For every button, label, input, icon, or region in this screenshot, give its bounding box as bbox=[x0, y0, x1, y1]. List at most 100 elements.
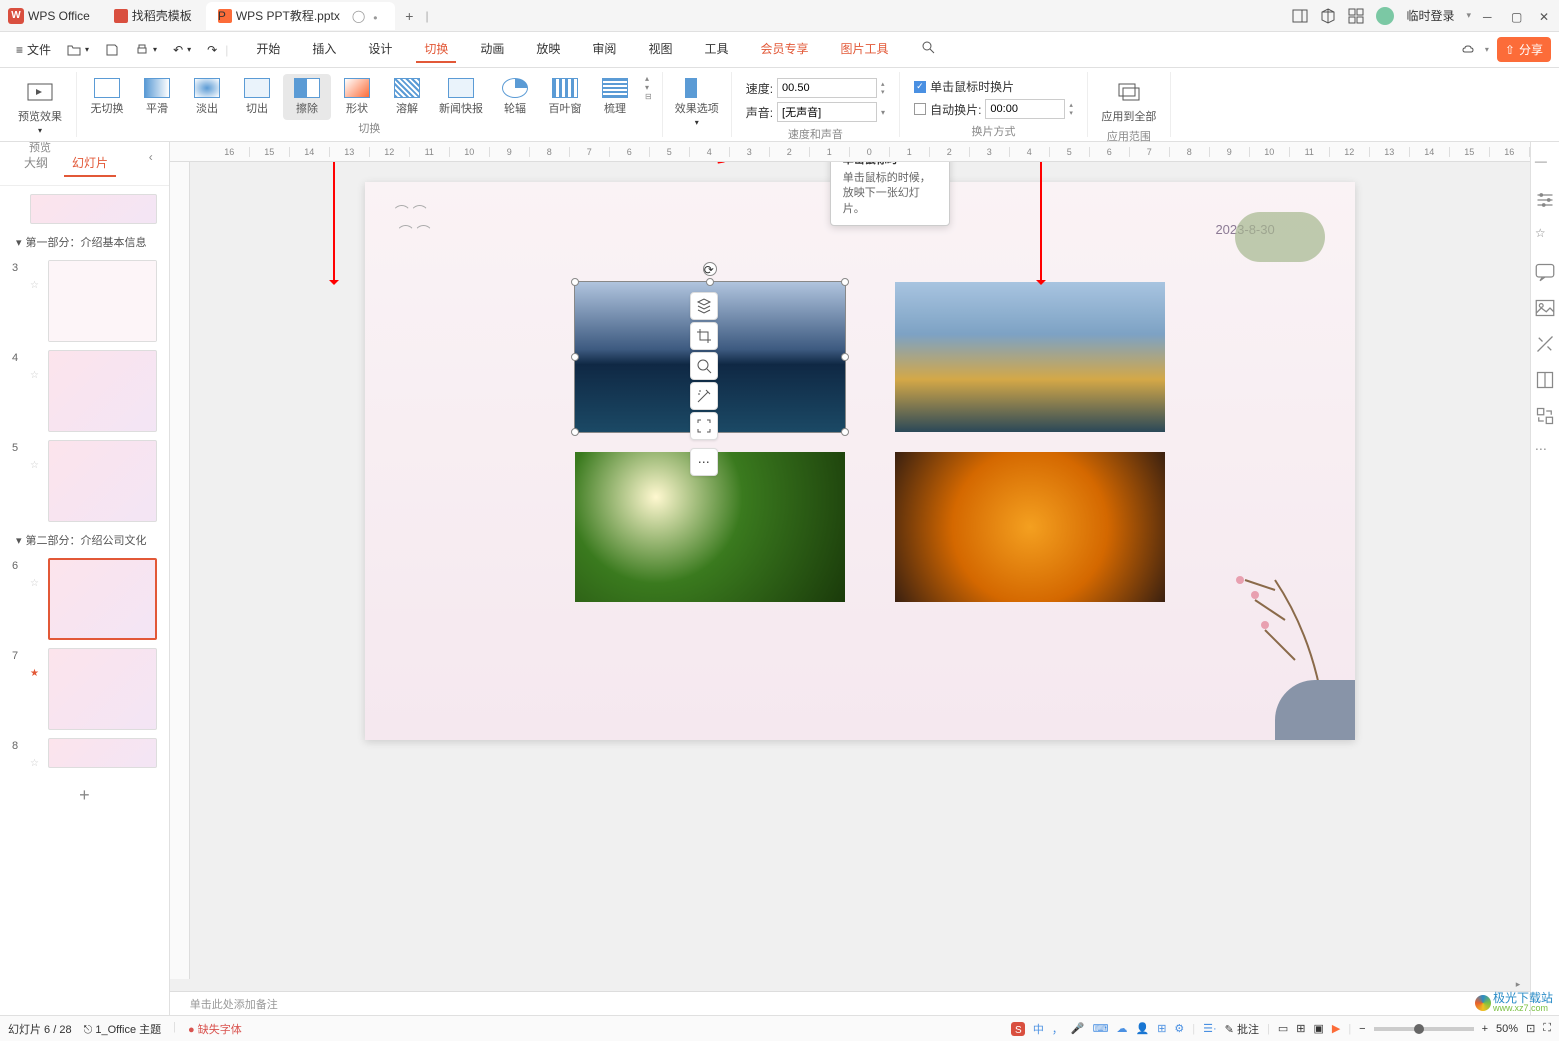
transition-shape[interactable]: 形状 bbox=[333, 74, 381, 120]
transition-comb[interactable]: 梳理 bbox=[591, 74, 639, 120]
menu-icon[interactable]: ☰· bbox=[1203, 1022, 1217, 1035]
transition-none[interactable]: 无切换 bbox=[83, 74, 131, 120]
zoom-out-button[interactable]: − bbox=[1359, 1023, 1365, 1035]
speed-down[interactable]: ▾ bbox=[881, 88, 885, 96]
undo-icon[interactable]: ↶▾ bbox=[165, 39, 199, 61]
grid-icon[interactable]: ⊞ bbox=[1157, 1022, 1166, 1035]
auto-advance-checkbox[interactable] bbox=[914, 103, 926, 115]
add-slide-button[interactable]: + bbox=[4, 773, 165, 818]
thumbnail-3[interactable] bbox=[48, 260, 157, 342]
thumbnail-7[interactable] bbox=[48, 648, 157, 730]
transition-wheel[interactable]: 轮辐 bbox=[491, 74, 539, 120]
fullscreen-icon[interactable] bbox=[690, 412, 718, 440]
person-icon[interactable]: 👤 bbox=[1135, 1022, 1149, 1035]
tools-icon[interactable] bbox=[1535, 334, 1555, 354]
view-reading-icon[interactable]: ▣ bbox=[1313, 1022, 1323, 1035]
zoom-level[interactable]: 50% bbox=[1496, 1023, 1518, 1035]
effect-options-button[interactable]: 效果选项▾ bbox=[669, 74, 725, 131]
auto-advance-input[interactable] bbox=[985, 99, 1065, 119]
sound-select[interactable] bbox=[777, 102, 877, 122]
star-icon[interactable]: ☆ bbox=[30, 260, 44, 291]
menu-picture-tools[interactable]: 图片工具 bbox=[832, 36, 896, 63]
chat-icon[interactable] bbox=[1535, 262, 1555, 282]
speed-input[interactable] bbox=[777, 78, 877, 98]
share-button[interactable]: ⇧分享 bbox=[1497, 37, 1551, 62]
expand-icon[interactable]: ⛶ bbox=[1543, 1022, 1551, 1035]
menu-transitions[interactable]: 切换 bbox=[416, 36, 456, 63]
close-button[interactable]: ✕ bbox=[1539, 10, 1551, 22]
maximize-button[interactable]: ▢ bbox=[1511, 10, 1523, 22]
minimize-button[interactable]: ─ bbox=[1483, 10, 1495, 22]
transition-fade[interactable]: 淡出 bbox=[183, 74, 231, 120]
thumbnail-8[interactable] bbox=[48, 738, 157, 768]
layers-icon[interactable] bbox=[690, 292, 718, 320]
thumbnail-6[interactable] bbox=[48, 558, 157, 640]
menu-review[interactable]: 审阅 bbox=[584, 36, 624, 63]
speed-up[interactable]: ▴ bbox=[881, 80, 885, 88]
slides-tab[interactable]: 幻灯片 bbox=[64, 150, 116, 177]
punct-icon[interactable]: ， bbox=[1052, 1021, 1063, 1037]
keyboard-icon[interactable]: ⌨ bbox=[1093, 1022, 1109, 1035]
apply-all-button[interactable]: 应用到全部 bbox=[1094, 74, 1164, 128]
open-icon[interactable]: ▾ bbox=[59, 39, 97, 61]
print-icon[interactable]: ▾ bbox=[127, 39, 165, 61]
star-icon[interactable]: ☆ bbox=[30, 738, 44, 769]
save-icon[interactable] bbox=[97, 39, 127, 61]
menu-button[interactable]: ≡文件 bbox=[8, 37, 59, 62]
menu-slideshow[interactable]: 放映 bbox=[528, 36, 568, 63]
transition-blinds[interactable]: 百叶窗 bbox=[541, 74, 589, 120]
star-icon[interactable]: ☆ bbox=[30, 558, 44, 589]
menu-insert[interactable]: 插入 bbox=[304, 36, 344, 63]
star-icon[interactable]: ☆ bbox=[30, 350, 44, 381]
ime-icon[interactable]: 中 bbox=[1033, 1021, 1044, 1037]
gear-icon[interactable]: ⚙ bbox=[1174, 1022, 1184, 1035]
minus-icon[interactable]: — bbox=[1535, 154, 1555, 174]
collapse-icon[interactable]: ‹ bbox=[149, 150, 153, 177]
login-button[interactable]: 临时登录 bbox=[1406, 7, 1454, 24]
favorite-icon[interactable]: ☆ bbox=[1535, 226, 1555, 246]
fit-icon[interactable]: ⊡ bbox=[1526, 1022, 1535, 1035]
transition-morph[interactable]: 平滑 bbox=[133, 74, 181, 120]
comments-button[interactable]: ✎ 批注 bbox=[1225, 1021, 1259, 1037]
tab-document[interactable]: P WPS PPT教程.pptx ◯ • bbox=[206, 2, 395, 30]
apps-icon[interactable] bbox=[1348, 8, 1364, 24]
menu-vip[interactable]: 会员专享 bbox=[752, 36, 816, 63]
more-icon[interactable]: ⋯ bbox=[690, 448, 718, 476]
star-icon[interactable]: ☆ bbox=[30, 440, 44, 471]
menu-design[interactable]: 设计 bbox=[360, 36, 400, 63]
crop-icon[interactable] bbox=[690, 322, 718, 350]
preview-effect-button[interactable]: 预览效果▾ bbox=[10, 74, 70, 139]
cube-icon[interactable] bbox=[1320, 8, 1336, 24]
image-icon[interactable] bbox=[1535, 298, 1555, 318]
transition-news[interactable]: 新闻快报 bbox=[433, 74, 489, 120]
thumbnail-5[interactable] bbox=[48, 440, 157, 522]
thumbnail-4[interactable] bbox=[48, 350, 157, 432]
cloud-icon[interactable] bbox=[1461, 42, 1477, 58]
mic-icon[interactable]: 🎤 bbox=[1071, 1022, 1085, 1035]
tab-templates[interactable]: 找稻壳模板 bbox=[102, 2, 204, 30]
more-icon[interactable]: ⋯ bbox=[1535, 442, 1555, 462]
view-slideshow-icon[interactable]: ▶ bbox=[1332, 1022, 1340, 1035]
view-sorter-icon[interactable]: ⊞ bbox=[1296, 1022, 1305, 1035]
menu-tools[interactable]: 工具 bbox=[696, 36, 736, 63]
cloud-icon[interactable]: ☁ bbox=[1116, 1022, 1127, 1035]
slide-image-2[interactable] bbox=[895, 282, 1165, 432]
on-click-checkbox[interactable] bbox=[914, 81, 926, 93]
theme-button[interactable]: ⎋ 1_Office 主题 bbox=[84, 1021, 162, 1037]
book-icon[interactable] bbox=[1535, 370, 1555, 390]
redo-icon[interactable]: ↷ bbox=[199, 39, 225, 61]
add-tab-button[interactable]: + bbox=[397, 4, 421, 28]
magic-icon[interactable] bbox=[690, 382, 718, 410]
settings-icon[interactable] bbox=[1535, 190, 1555, 210]
panel-icon[interactable] bbox=[1292, 8, 1308, 24]
star-icon[interactable]: ★ bbox=[30, 648, 44, 679]
menu-home[interactable]: 开始 bbox=[248, 36, 288, 63]
transition-dissolve[interactable]: 溶解 bbox=[383, 74, 431, 120]
slide-canvas[interactable]: ⌒ ⌒ ⌒ ⌒ 2023-8-30 ⟳ bbox=[365, 182, 1355, 740]
sound-dropdown-icon[interactable]: ▾ bbox=[881, 108, 885, 117]
search-icon[interactable] bbox=[913, 36, 943, 63]
slide-image-4[interactable] bbox=[895, 452, 1165, 602]
menu-animations[interactable]: 动画 bbox=[472, 36, 512, 63]
zoom-slider[interactable] bbox=[1374, 1027, 1474, 1031]
view-normal-icon[interactable]: ▭ bbox=[1278, 1022, 1288, 1035]
